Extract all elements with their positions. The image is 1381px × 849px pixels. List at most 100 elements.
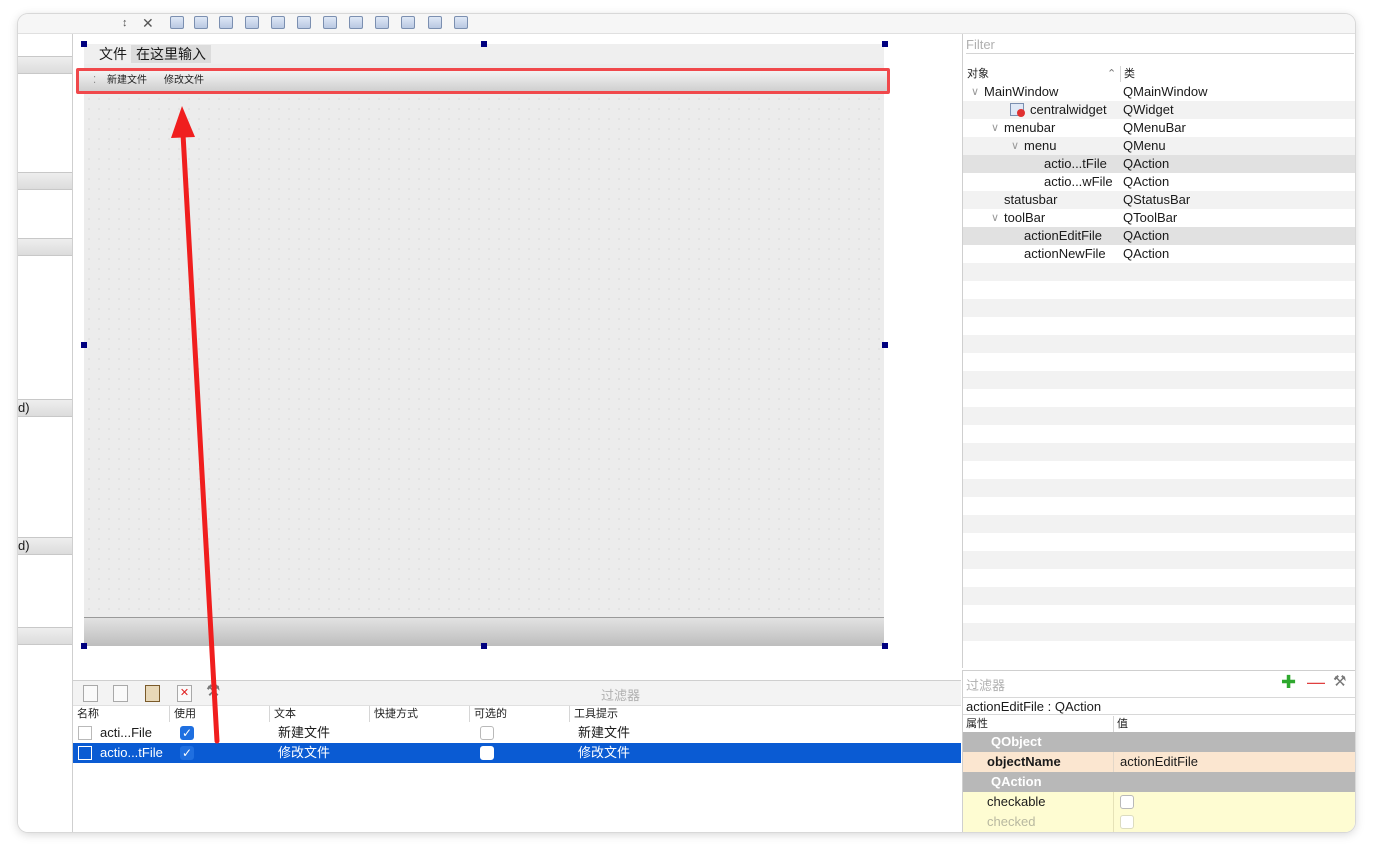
property-group-qobject[interactable]: QObject — [963, 732, 1355, 752]
resize-handle[interactable] — [81, 342, 87, 348]
property-row-checkable[interactable]: checkable — [963, 792, 1355, 812]
column-header-text[interactable]: 文本 — [270, 706, 370, 722]
toolbar-grip-icon[interactable]: ⁚ — [93, 74, 96, 88]
property-row-objectname[interactable]: objectName actionEditFile — [963, 752, 1355, 772]
toolbar-action-edit-file[interactable]: 修改文件 — [164, 74, 204, 88]
tree-row[interactable]: ∨ toolBar QToolBar — [963, 209, 1355, 227]
remove-property-icon[interactable]: — — [1307, 673, 1325, 691]
column-header-property[interactable]: 属性 — [966, 716, 988, 732]
used-checkbox[interactable] — [180, 743, 194, 763]
chevron-down-icon[interactable]: ∨ — [991, 119, 999, 137]
column-header-shortcut[interactable]: 快捷方式 — [370, 706, 470, 722]
tree-row[interactable]: centralwidget QWidget — [963, 101, 1355, 119]
new-action-icon[interactable] — [83, 685, 98, 702]
tree-row[interactable]: statusbar QStatusBar — [963, 191, 1355, 209]
object-name: statusbar — [1004, 192, 1058, 207]
layout-horizontal-icon[interactable] — [271, 16, 285, 29]
close-icon[interactable]: ✕ — [142, 14, 154, 33]
edit-widgets-icon[interactable] — [170, 16, 184, 29]
tree-row[interactable]: ∨ menubar QMenuBar — [963, 119, 1355, 137]
resize-handle[interactable] — [481, 643, 487, 649]
object-class: QAction — [1123, 174, 1170, 189]
tree-row[interactable]: actionNewFile QAction — [963, 245, 1355, 263]
tree-row[interactable]: actio...wFile QAction — [963, 173, 1355, 191]
widget-category-bar[interactable]: d) — [18, 537, 72, 555]
object-class: QMenu — [1123, 138, 1166, 153]
resize-handle[interactable] — [882, 41, 888, 47]
paste-action-icon[interactable] — [145, 685, 160, 702]
widget-category-bar[interactable] — [18, 172, 72, 190]
tree-row[interactable]: ∨ MainWindow QMainWindow — [963, 83, 1355, 101]
empty-tree-row — [963, 407, 1355, 425]
add-property-icon[interactable]: ✚ — [1281, 673, 1296, 691]
widget-category-bar[interactable] — [18, 56, 72, 74]
column-header-class[interactable]: 类 — [1120, 66, 1135, 82]
table-row-selected[interactable]: actio...tFile 修改文件 修改文件 — [73, 743, 961, 763]
menu-file[interactable]: 文件 — [94, 45, 132, 63]
sort-arrows-icon[interactable]: ↕ — [122, 14, 128, 33]
empty-tree-row — [963, 515, 1355, 533]
sort-up-icon[interactable]: ⌃ — [1107, 66, 1116, 82]
column-header-name[interactable]: 名称 — [73, 706, 170, 722]
edit-signals-icon[interactable] — [194, 16, 208, 29]
empty-tree-row — [963, 641, 1355, 659]
layout-form-icon[interactable] — [401, 16, 415, 29]
edit-tab-order-icon[interactable] — [245, 16, 259, 29]
column-header-used[interactable]: 使用 — [170, 706, 270, 722]
edit-buddies-icon[interactable] — [219, 16, 233, 29]
copy-action-icon[interactable] — [113, 685, 128, 702]
object-name: actio...tFile — [1044, 156, 1107, 171]
widget-category-bar[interactable] — [18, 627, 72, 645]
property-row-checked[interactable]: checked — [963, 812, 1355, 832]
property-value-input[interactable]: actionEditFile — [1113, 752, 1198, 772]
resize-handle[interactable] — [81, 643, 87, 649]
checkable-checkbox[interactable] — [1120, 795, 1134, 809]
adjust-size-icon[interactable] — [454, 16, 468, 29]
resize-handle[interactable] — [882, 643, 888, 649]
column-header-value[interactable]: 值 — [1113, 716, 1128, 732]
form-canvas[interactable] — [84, 44, 884, 645]
column-header-object[interactable]: 对象 — [967, 66, 989, 82]
action-text: 新建文件 — [278, 725, 331, 740]
tree-row[interactable]: ∨ menu QMenu — [963, 137, 1355, 155]
empty-tree-row — [963, 299, 1355, 317]
object-class: QWidget — [1123, 102, 1174, 117]
toolbar-action-new-file[interactable]: 新建文件 — [107, 74, 147, 88]
action-filter-input[interactable]: 过滤器 — [601, 685, 901, 703]
property-value-cell — [1113, 812, 1134, 832]
form-toolbar-selected[interactable]: ⁚ 新建文件 修改文件 — [76, 68, 890, 94]
column-header-checkable[interactable]: 可选的 — [470, 706, 570, 722]
configure-wrench-icon[interactable]: ⚒ — [206, 682, 220, 701]
layout-grid-icon[interactable] — [375, 16, 389, 29]
empty-tree-row — [963, 443, 1355, 461]
resize-handle[interactable] — [81, 41, 87, 47]
chevron-down-icon[interactable]: ∨ — [1011, 137, 1019, 155]
object-filter-input[interactable]: Filter — [966, 37, 1354, 54]
chevron-down-icon[interactable]: ∨ — [991, 209, 999, 227]
widget-category-bar[interactable] — [18, 238, 72, 256]
action-name: acti...File — [100, 725, 153, 740]
object-class: QAction — [1123, 156, 1170, 171]
table-row[interactable]: acti...File 新建文件 新建文件 — [73, 723, 961, 743]
resize-handle[interactable] — [882, 342, 888, 348]
layout-splitter-h-icon[interactable] — [323, 16, 337, 29]
tree-row[interactable]: actio...tFile QAction — [963, 155, 1355, 173]
object-name: actionNewFile — [1024, 246, 1106, 261]
checkable-checkbox[interactable] — [480, 746, 494, 760]
layout-vertical-icon[interactable] — [297, 16, 311, 29]
configure-wrench-icon[interactable]: ⚒ — [1333, 673, 1346, 691]
chevron-down-icon[interactable]: ∨ — [971, 83, 979, 101]
tree-row[interactable]: actionEditFile QAction — [963, 227, 1355, 245]
break-layout-icon[interactable] — [428, 16, 442, 29]
used-checkbox[interactable] — [180, 723, 194, 743]
property-filter-input[interactable]: 过滤器 — [966, 675, 1266, 693]
checkable-checkbox[interactable] — [480, 726, 494, 740]
delete-action-icon[interactable]: ✕ — [177, 685, 192, 702]
resize-handle[interactable] — [481, 41, 487, 47]
property-group-qaction[interactable]: QAction — [963, 772, 1355, 792]
menu-type-here[interactable]: 在这里输入 — [131, 45, 211, 63]
empty-tree-row — [963, 335, 1355, 353]
widget-category-bar[interactable]: d) — [18, 399, 72, 417]
layout-splitter-v-icon[interactable] — [349, 16, 363, 29]
column-header-tooltip[interactable]: 工具提示 — [570, 706, 961, 722]
